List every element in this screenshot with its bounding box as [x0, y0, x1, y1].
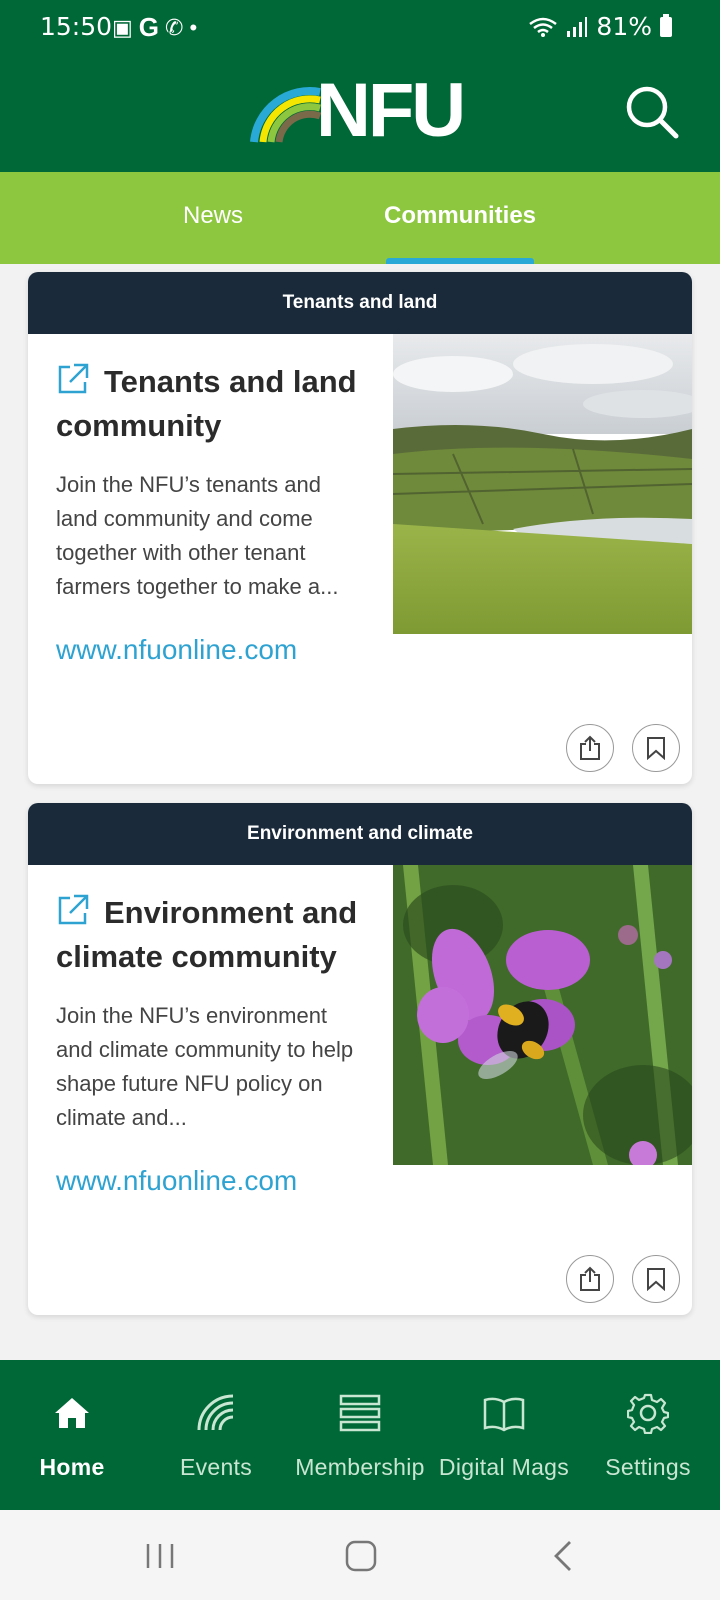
rainbow-logo-icon	[250, 87, 322, 143]
teams-icon: ▣	[112, 14, 133, 40]
more-notifications-icon: •	[189, 14, 198, 40]
nav-label: Digital Mags	[438, 1454, 570, 1480]
nav-membership[interactable]: Membership	[288, 1360, 432, 1510]
system-navigation-bar	[0, 1510, 720, 1600]
google-icon: G	[138, 12, 160, 42]
card-title[interactable]: Environment and climate community	[56, 891, 362, 979]
membership-icon	[339, 1394, 381, 1432]
nav-label: Settings	[605, 1454, 691, 1480]
card-actions	[566, 724, 680, 772]
battery-percent: 81%	[596, 12, 652, 41]
battery-icon	[660, 13, 672, 37]
recent-apps-icon[interactable]	[140, 1538, 180, 1574]
card-category-header: Tenants and land	[28, 272, 692, 334]
card-body: Environment and climate community Join t…	[28, 865, 692, 1315]
card-description: Join the NFU’s environment and climate c…	[56, 1003, 354, 1130]
card-title-text: Tenants and land community	[56, 364, 357, 443]
status-bar: 15:50 ▣ G ✆ • 81%	[0, 0, 720, 52]
tab-bar: News Communities	[0, 172, 720, 264]
bookmark-button[interactable]	[632, 1255, 680, 1303]
share-button[interactable]	[566, 724, 614, 772]
status-time: 15:50	[40, 12, 113, 41]
card-body: Tenants and land community Join the NFU’…	[28, 334, 692, 784]
external-link-icon	[58, 894, 89, 925]
bookmark-button[interactable]	[632, 724, 680, 772]
nav-label: Home	[39, 1454, 105, 1480]
status-right: 81%	[528, 12, 672, 41]
bookmark-icon	[647, 1268, 665, 1291]
back-icon[interactable]	[544, 1538, 584, 1574]
wifi-icon	[529, 17, 558, 37]
signal-icon	[567, 16, 588, 37]
notification-icons: ▣ G ✆ •	[112, 12, 197, 43]
card-text: Tenants and land community Join the NFU’…	[56, 360, 362, 604]
community-card[interactable]: Environment and climate Environment and …	[28, 803, 692, 1315]
whatsapp-icon: ✆	[165, 14, 184, 40]
search-icon[interactable]	[624, 84, 680, 140]
nav-digital-mags[interactable]: Digital Mags	[432, 1360, 576, 1510]
bottom-navigation: Home Events Membership Digital Mags Sett…	[0, 1360, 720, 1510]
community-card[interactable]: Tenants and land Tenants and land commun…	[28, 272, 692, 784]
nav-home[interactable]: Home	[0, 1360, 144, 1510]
share-button[interactable]	[566, 1255, 614, 1303]
app-header: NFU	[0, 52, 720, 172]
events-icon	[197, 1394, 234, 1431]
card-title-text: Environment and climate community	[56, 895, 358, 974]
nav-label: Events	[179, 1454, 253, 1480]
nfu-logo: NFU	[250, 68, 466, 153]
bookmark-icon	[647, 737, 665, 760]
external-link-icon	[58, 363, 89, 394]
card-actions	[566, 1255, 680, 1303]
tab-communities[interactable]: Communities	[384, 202, 536, 230]
card-link[interactable]: www.nfuonline.com	[56, 1165, 297, 1197]
active-tab-indicator	[386, 258, 534, 264]
tab-news[interactable]: News	[183, 202, 243, 230]
bee-on-flower-photo	[393, 865, 692, 1165]
nav-label: Membership	[295, 1454, 425, 1480]
card-description: Join the NFU’s tenants and land communit…	[56, 472, 339, 599]
nav-events[interactable]: Events	[144, 1360, 288, 1510]
card-link[interactable]: www.nfuonline.com	[56, 634, 297, 666]
share-icon	[580, 735, 600, 760]
book-icon	[483, 1397, 525, 1432]
card-title[interactable]: Tenants and land community	[56, 360, 362, 448]
gear-icon	[627, 1393, 669, 1434]
card-category-header: Environment and climate	[28, 803, 692, 865]
home-icon	[55, 1398, 89, 1428]
landscape-photo	[393, 334, 692, 634]
share-icon	[580, 1266, 600, 1291]
nav-settings[interactable]: Settings	[576, 1360, 720, 1510]
home-button-icon[interactable]	[341, 1538, 381, 1574]
card-text: Environment and climate community Join t…	[56, 891, 362, 1135]
logo-text: NFU	[316, 68, 466, 153]
